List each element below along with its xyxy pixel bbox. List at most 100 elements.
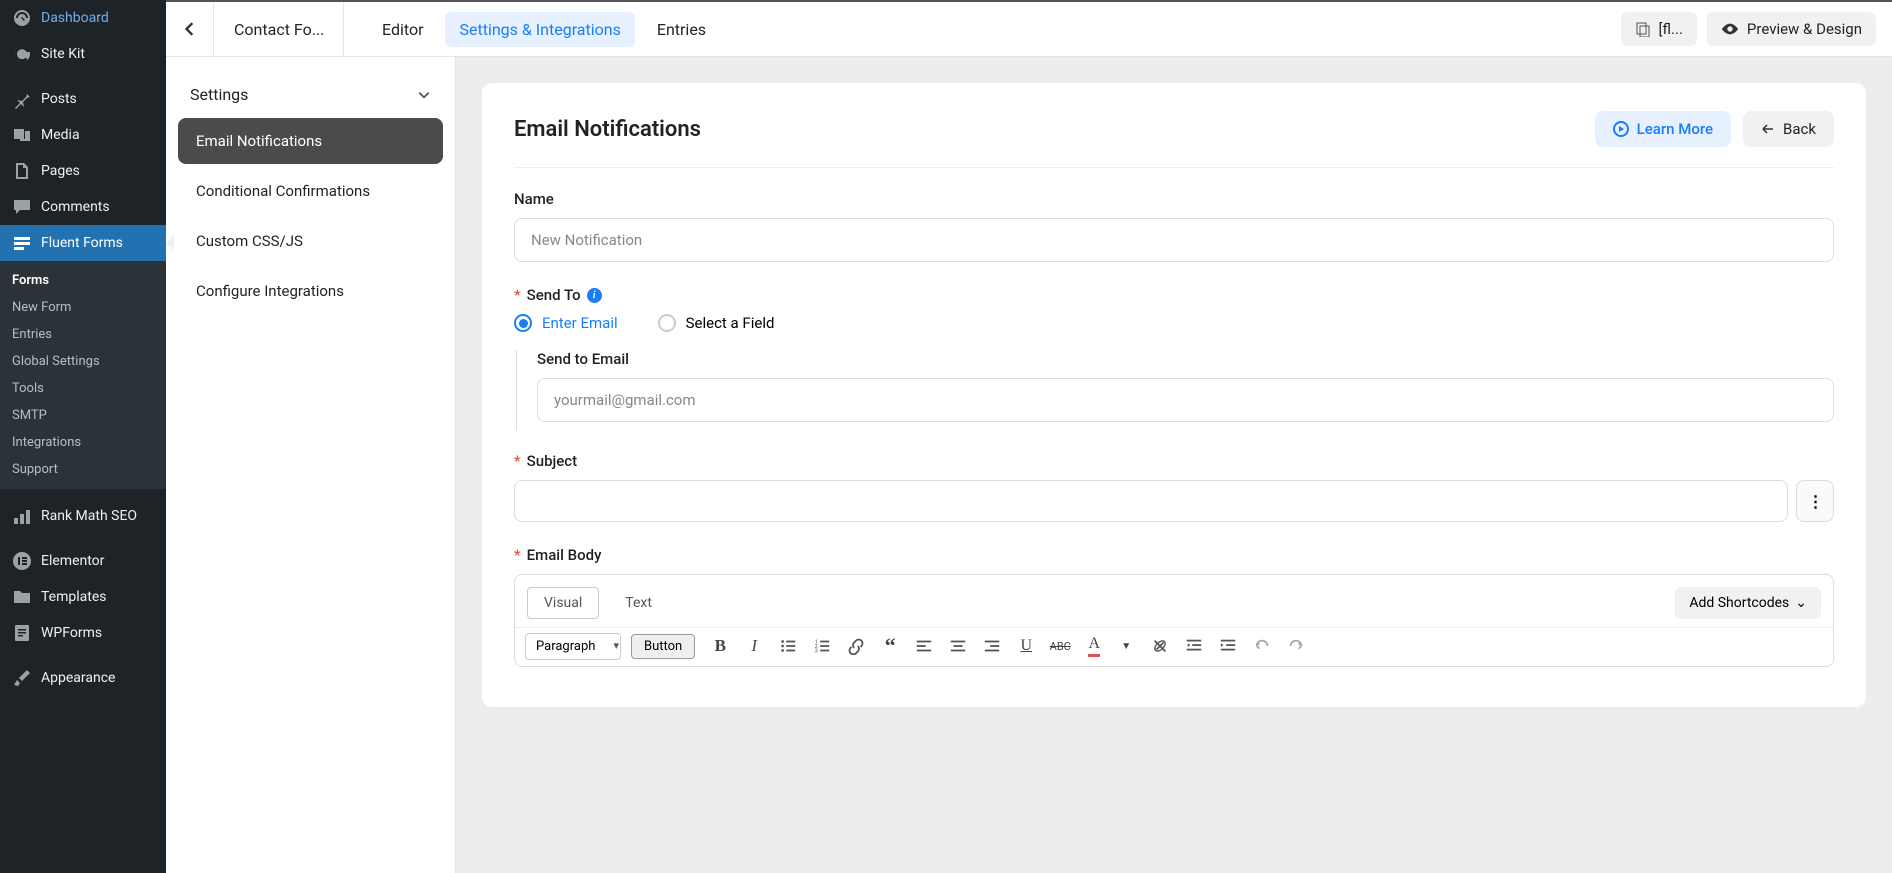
subject-label: *Subject <box>514 452 1834 470</box>
strikethrough-tool[interactable]: ABC <box>1045 632 1075 660</box>
sidebar-label: Pages <box>41 163 80 179</box>
insert-button-tool[interactable]: Button <box>631 634 695 659</box>
name-input[interactable] <box>514 218 1834 262</box>
align-right-tool[interactable] <box>977 632 1007 660</box>
paragraph-select[interactable]: Paragraph <box>525 633 621 660</box>
sub-global[interactable]: Global Settings <box>0 348 166 375</box>
sidebar-item-templates[interactable]: Templates <box>0 579 166 615</box>
outdent-tool[interactable] <box>1179 632 1209 660</box>
editor-tab-visual[interactable]: Visual <box>527 587 599 619</box>
sidebar-submenu: Forms New Form Entries Global Settings T… <box>0 261 166 489</box>
sub-newform[interactable]: New Form <box>0 294 166 321</box>
svg-text:3: 3 <box>815 648 818 654</box>
flag-label: [fl... <box>1659 20 1683 38</box>
sidebar-item-rankmath[interactable]: Rank Math SEO <box>0 498 166 534</box>
settings-item-email[interactable]: Email Notifications <box>178 118 443 164</box>
media-icon <box>12 125 32 145</box>
sidebar-item-elementor[interactable]: Elementor <box>0 543 166 579</box>
align-center-tool[interactable] <box>943 632 973 660</box>
numbered-list-tool[interactable]: 123 <box>807 632 837 660</box>
chart-icon <box>12 506 32 526</box>
sub-forms[interactable]: Forms <box>0 267 166 294</box>
back-chevron-button[interactable] <box>166 2 214 57</box>
sidebar-label: Templates <box>41 589 107 605</box>
rich-editor: Visual Text Add Shortcodes ⌄ Paragraph B… <box>514 574 1834 667</box>
flag-button[interactable]: [fl... <box>1621 12 1697 46</box>
radio-enter-email[interactable]: Enter Email <box>514 314 618 332</box>
sidebar-label: Elementor <box>41 553 104 569</box>
settings-item-conditional[interactable]: Conditional Confirmations <box>178 168 443 214</box>
bold-tool[interactable]: B <box>705 632 735 660</box>
subject-more-button[interactable]: ⋮ <box>1796 480 1834 522</box>
pages-icon <box>12 161 32 181</box>
sidebar-label: Appearance <box>41 670 115 686</box>
sidebar-item-media[interactable]: Media <box>0 117 166 153</box>
sidebar-item-posts[interactable]: Posts <box>0 81 166 117</box>
brush-icon <box>12 668 32 688</box>
card: Email Notifications Learn More Back Name <box>482 83 1866 707</box>
name-label: Name <box>514 190 1834 208</box>
info-icon[interactable]: i <box>587 288 602 303</box>
chevron-left-icon <box>183 22 197 36</box>
send-email-input[interactable] <box>537 378 1834 422</box>
sub-tools[interactable]: Tools <box>0 375 166 402</box>
text-color-tool[interactable]: A <box>1079 632 1109 660</box>
bullet-list-tool[interactable] <box>773 632 803 660</box>
text-color-chevron[interactable]: ▼ <box>1111 632 1141 660</box>
gauge-icon <box>12 8 32 28</box>
indent-tool[interactable] <box>1213 632 1243 660</box>
sub-integrations[interactable]: Integrations <box>0 429 166 456</box>
settings-sidebar: Settings Email Notifications Conditional… <box>166 57 456 873</box>
sidebar-label: WPForms <box>41 625 102 641</box>
tab-settings[interactable]: Settings & Integrations <box>445 12 634 47</box>
sidebar-item-fluentforms[interactable]: Fluent Forms <box>0 225 166 261</box>
sidebar-item-pages[interactable]: Pages <box>0 153 166 189</box>
sidebar-item-appearance[interactable]: Appearance <box>0 660 166 696</box>
subject-input[interactable] <box>514 480 1788 522</box>
page-title: Email Notifications <box>514 117 701 142</box>
topbar-tabs: Editor Settings & Integrations Entries <box>344 12 744 47</box>
sidebar-item-comments[interactable]: Comments <box>0 189 166 225</box>
send-email-block: Send to Email <box>516 350 1834 430</box>
sidebar-item-dashboard[interactable]: Dashboard <box>0 0 166 36</box>
undo-tool[interactable] <box>1247 632 1277 660</box>
sidebar-item-sitekit[interactable]: Site Kit <box>0 36 166 72</box>
sidebar-item-wpforms[interactable]: WPForms <box>0 615 166 651</box>
settings-item-integrations[interactable]: Configure Integrations <box>178 268 443 314</box>
sendto-radio-group: Enter Email Select a Field <box>514 314 1834 332</box>
sub-support[interactable]: Support <box>0 456 166 483</box>
italic-tool[interactable]: I <box>739 632 769 660</box>
sub-smtp[interactable]: SMTP <box>0 402 166 429</box>
comment-icon <box>12 197 32 217</box>
back-button[interactable]: Back <box>1743 111 1834 147</box>
form-icon <box>12 233 32 253</box>
card-header: Email Notifications Learn More Back <box>514 111 1834 168</box>
quote-tool[interactable]: “ <box>875 632 905 660</box>
tab-entries[interactable]: Entries <box>643 12 720 47</box>
editor-toolbar: Paragraph Button B I 123 “ U ABC A <box>515 627 1833 666</box>
radio-select-field[interactable]: Select a Field <box>658 314 775 332</box>
underline-tool[interactable]: U <box>1011 632 1041 660</box>
preview-button[interactable]: Preview & Design <box>1707 12 1876 46</box>
copy-icon <box>1635 21 1651 37</box>
learn-more-button[interactable]: Learn More <box>1595 111 1731 147</box>
align-left-tool[interactable] <box>909 632 939 660</box>
sidebar-label: Media <box>41 127 80 143</box>
redo-tool[interactable] <box>1281 632 1311 660</box>
elementor-icon <box>12 551 32 571</box>
eye-icon <box>1721 20 1739 38</box>
clear-format-tool[interactable] <box>1145 632 1175 660</box>
wp-admin-sidebar: Dashboard Site Kit Posts Media Pages Com… <box>0 0 166 873</box>
chevron-down-icon: ⌄ <box>1795 595 1807 611</box>
settings-item-css[interactable]: Custom CSS/JS <box>178 218 443 264</box>
tab-editor[interactable]: Editor <box>368 12 437 47</box>
sidebar-label: Rank Math SEO <box>41 508 137 524</box>
settings-heading: Settings <box>190 85 248 104</box>
breadcrumb[interactable]: Contact Fo... <box>214 2 344 57</box>
sub-entries[interactable]: Entries <box>0 321 166 348</box>
settings-heading-row[interactable]: Settings <box>166 65 455 118</box>
editor-tab-text[interactable]: Text <box>609 588 668 618</box>
link-tool[interactable] <box>841 632 871 660</box>
add-shortcodes-button[interactable]: Add Shortcodes ⌄ <box>1675 587 1821 619</box>
preview-label: Preview & Design <box>1747 20 1862 38</box>
